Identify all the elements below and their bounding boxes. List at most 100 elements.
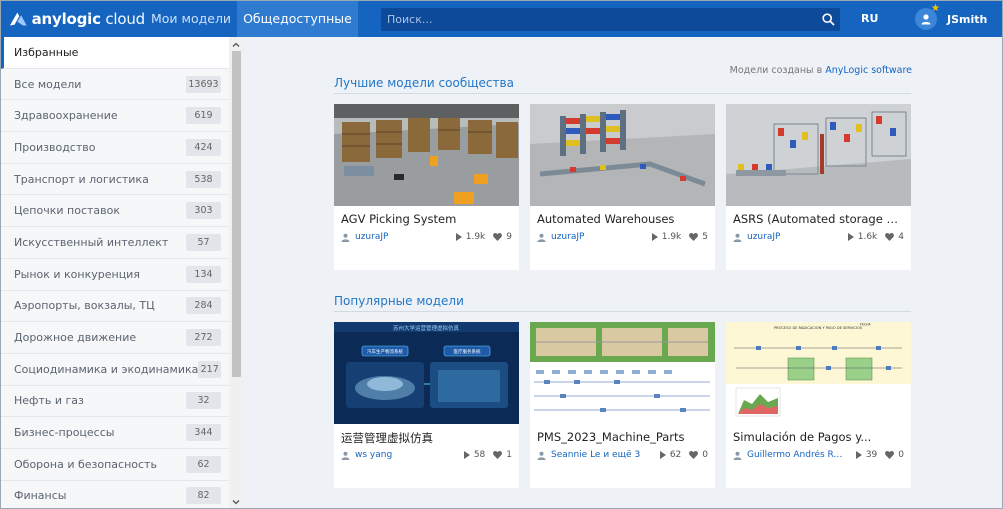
anylogic-software-link[interactable]: AnyLogic software (825, 65, 912, 76)
model-thumbnail[interactable] (530, 104, 715, 206)
sidebar-item-label: Производство (14, 140, 96, 154)
model-likes[interactable]: 1 (493, 450, 512, 460)
sidebar-item-ai[interactable]: Искусственный интеллект 57 (1, 227, 229, 259)
model-likes[interactable]: 0 (689, 450, 708, 460)
sidebar-scrollbar[interactable] (229, 37, 243, 508)
play-icon (463, 451, 470, 459)
sidebar-item-finance[interactable]: Финансы 82 (1, 481, 229, 508)
model-card-agv[interactable]: AGV Picking System uzuraJP 1.9k 9 (334, 104, 519, 270)
thumb-pagos-fecha: FECHA (860, 323, 871, 327)
sidebar-item-count: 284 (186, 297, 221, 315)
anylogic-logo-icon (9, 12, 27, 26)
sidebar-item-count: 272 (186, 329, 221, 347)
model-meta: Seannie Le и ещё 3 62 0 (530, 448, 715, 462)
sidebar-item-favorites[interactable]: Избранные (1, 37, 229, 69)
sidebar-item-road-traffic[interactable]: Дорожное движение 272 (1, 322, 229, 354)
username: JSmith (947, 12, 988, 26)
play-icon (659, 451, 666, 459)
user-menu[interactable]: ★ JSmith (915, 4, 988, 30)
sidebar-item-count: 82 (186, 487, 221, 505)
heart-icon (493, 233, 503, 241)
model-author-link[interactable]: uzuraJP (733, 232, 840, 242)
sidebar-item-label: Здравоохранение (14, 109, 118, 123)
sidebar-item-count: 134 (186, 265, 221, 283)
model-runs: 1.6k (847, 232, 877, 242)
play-icon (855, 451, 862, 459)
sidebar-item-count: 303 (186, 202, 221, 220)
sidebar-item-label: Искусственный интеллект (14, 235, 169, 249)
search-icon (821, 13, 835, 26)
model-author-link[interactable]: uzuraJP (537, 232, 644, 242)
model-author-link[interactable]: ws yang (341, 450, 456, 460)
language-selector[interactable]: RU (861, 1, 878, 37)
sidebar-item-count: 424 (186, 138, 221, 156)
created-in-note: Модели созданы в AnyLogic software (729, 65, 912, 76)
section-divider (334, 93, 911, 94)
model-meta: ws yang 58 1 (334, 448, 519, 462)
model-title[interactable]: Automated Warehouses (530, 206, 715, 230)
author-icon (537, 233, 546, 242)
top-bar: anylogic cloud Мои модели Общедоступные … (1, 1, 1002, 37)
nav-my-models[interactable]: Мои модели (145, 1, 237, 37)
main-content: Модели созданы в AnyLogic software Лучши… (243, 37, 1002, 508)
sidebar-item-count: 344 (186, 424, 221, 442)
sidebar-item-all-models[interactable]: Все модели 13693 (1, 69, 229, 101)
model-card-ops-management[interactable]: 苏州大学运营管理虚拟仿真 汽车生产物流系统 医疗服务系统 运营管理虚拟仿真 ws… (334, 322, 519, 488)
play-icon (651, 233, 658, 241)
sidebar-item-oil-gas[interactable]: Нефть и газ 32 (1, 386, 229, 418)
heart-icon (689, 451, 699, 459)
model-card-automated-warehouses[interactable]: Automated Warehouses uzuraJP 1.9k 5 (530, 104, 715, 270)
sidebar-item-market[interactable]: Рынок и конкуренция 134 (1, 259, 229, 291)
sidebar-item-defense[interactable]: Оборона и безопасность 62 (1, 449, 229, 481)
model-thumbnail[interactable] (726, 104, 911, 206)
heart-icon (885, 451, 895, 459)
sidebar-item-healthcare[interactable]: Здравоохранение 619 (1, 100, 229, 133)
sidebar-item-count: 57 (186, 233, 221, 251)
search-box (381, 8, 840, 31)
sidebar-item-supply-chain[interactable]: Цепочки поставок 303 (1, 195, 229, 228)
thumb-pagos-header: PROCESO DE RADICACION Y PAGO DE SERVICIO… (774, 326, 863, 330)
sidebar-item-label: Аэропорты, вокзалы, ТЦ (14, 299, 155, 313)
model-likes[interactable]: 5 (689, 232, 708, 242)
category-sidebar: Избранные Все модели 13693 Здравоохранен… (1, 37, 229, 508)
model-thumbnail[interactable]: 苏州大学运营管理虚拟仿真 汽车生产物流系统 医疗服务系统 (334, 322, 519, 424)
sidebar-item-label: Бизнес-процессы (14, 426, 115, 440)
model-card-simulacion-pagos[interactable]: PROCESO DE RADICACION Y PAGO DE SERVICIO… (726, 322, 911, 488)
model-runs: 1.9k (455, 232, 485, 242)
scroll-down-arrow-icon[interactable] (229, 495, 243, 508)
star-badge-icon: ★ (931, 3, 940, 14)
model-likes[interactable]: 0 (885, 450, 904, 460)
model-author-link[interactable]: uzuraJP (341, 232, 448, 242)
sidebar-item-business[interactable]: Бизнес-процессы 344 (1, 417, 229, 449)
model-likes[interactable]: 4 (885, 232, 904, 242)
nav-public-models[interactable]: Общедоступные (237, 1, 358, 37)
scrollbar-thumb[interactable] (232, 51, 241, 377)
model-meta: uzuraJP 1.6k 4 (726, 230, 911, 244)
model-card-asrs[interactable]: ASRS (Automated storage and… uzuraJP 1.6… (726, 104, 911, 270)
model-thumbnail[interactable] (530, 322, 715, 424)
sidebar-item-manufacturing[interactable]: Производство 424 (1, 132, 229, 164)
play-icon (847, 233, 854, 241)
model-card-pms-machine-parts[interactable]: PMS_2023_Machine_Parts Seannie Le и ещё … (530, 322, 715, 488)
model-title[interactable]: ASRS (Automated storage and… (726, 206, 911, 230)
sidebar-item-airports[interactable]: Аэропорты, вокзалы, ТЦ 284 (1, 291, 229, 323)
sidebar-item-label: Оборона и безопасность (14, 457, 157, 471)
sidebar-item-label: Нефть и газ (14, 394, 84, 408)
model-title[interactable]: Simulación de Pagos y... (726, 424, 911, 448)
sidebar-item-count: 619 (186, 107, 221, 125)
model-likes[interactable]: 9 (493, 232, 512, 242)
scroll-up-arrow-icon[interactable] (229, 37, 243, 51)
logo[interactable]: anylogic cloud (1, 1, 145, 37)
sidebar-item-social-eco[interactable]: Социодинамика и экодинамика 217 (1, 354, 229, 386)
model-author-link[interactable]: Guillermo Andrés Ruiz Ló... (733, 450, 848, 460)
model-thumbnail[interactable] (334, 104, 519, 206)
model-title[interactable]: PMS_2023_Machine_Parts (530, 424, 715, 448)
model-title[interactable]: AGV Picking System (334, 206, 519, 230)
model-author-link[interactable]: Seannie Le и ещё 3 (537, 450, 652, 460)
model-title[interactable]: 运营管理虚拟仿真 (334, 424, 519, 448)
search-button[interactable] (816, 8, 840, 31)
author-icon (733, 233, 742, 242)
model-thumbnail[interactable]: PROCESO DE RADICACION Y PAGO DE SERVICIO… (726, 322, 911, 424)
search-input[interactable] (381, 8, 816, 31)
sidebar-item-transport[interactable]: Транспорт и логистика 538 (1, 164, 229, 196)
